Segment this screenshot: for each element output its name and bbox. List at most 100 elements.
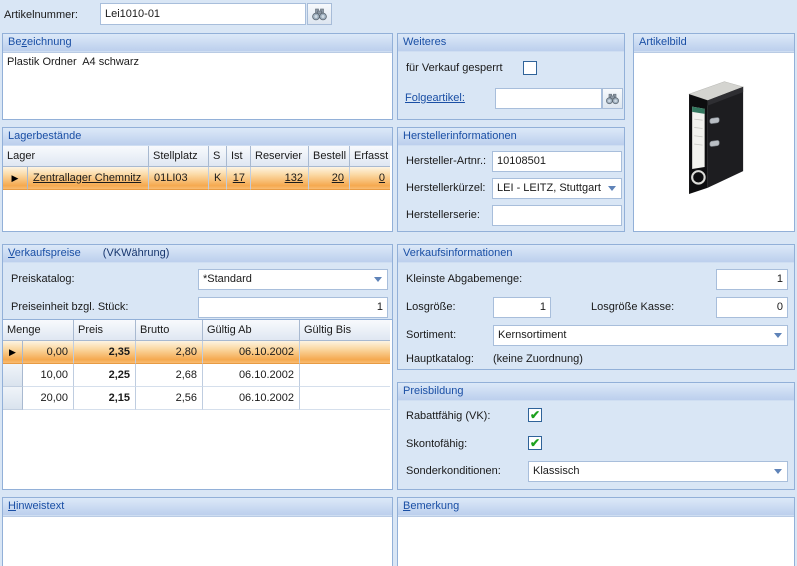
panel-artikelbild: Artikelbild: [633, 33, 795, 232]
column-header[interactable]: Gültig Ab: [203, 320, 300, 341]
gueltig-bis-cell[interactable]: [300, 341, 390, 364]
preis-cell[interactable]: 2,25: [74, 364, 136, 387]
preiseinheit-label: Preiseinheit bzgl. Stück:: [11, 301, 128, 313]
lagerbestaende-table: Lager Stellplatz S Ist Reservier Bestell…: [3, 146, 392, 231]
hinweistext-textarea[interactable]: [3, 516, 392, 566]
bezeichnung-title: Bezeichnung: [3, 34, 392, 52]
column-header[interactable]: Brutto: [136, 320, 203, 341]
row-selector-cell[interactable]: [3, 387, 23, 410]
gueltig-ab-cell[interactable]: 06.10.2002: [203, 387, 300, 410]
rabattfaehig-label: Rabattfähig (VK):: [406, 410, 490, 422]
verkaufspreise-title: Verkaufspreise(VKWährung): [3, 245, 392, 263]
artikelnummer-label: Artikelnummer:: [4, 9, 78, 21]
gueltig-ab-cell[interactable]: 06.10.2002: [203, 341, 300, 364]
abgabemenge-input[interactable]: 1: [716, 269, 788, 290]
column-header[interactable]: Bestell: [309, 146, 350, 167]
hersteller-artnr-input[interactable]: 10108501: [492, 151, 622, 172]
preiseinheit-input[interactable]: 1: [198, 297, 388, 318]
preis-header-row: Menge Preis Brutto Gültig Ab Gültig Bis: [3, 320, 392, 341]
chevron-down-icon: [370, 273, 385, 286]
column-header[interactable]: Menge: [3, 320, 74, 341]
column-header[interactable]: Stellplatz: [149, 146, 209, 167]
table-row[interactable]: 20,00 2,15 2,56 06.10.2002: [3, 387, 392, 410]
lagerbestaende-header-row: Lager Stellplatz S Ist Reservier Bestell…: [3, 146, 392, 167]
brutto-cell[interactable]: 2,80: [136, 341, 203, 364]
sortiment-select[interactable]: Kernsortiment: [493, 325, 788, 346]
gueltig-bis-cell[interactable]: [300, 387, 390, 410]
ist-cell[interactable]: 17: [227, 167, 251, 190]
preiskatalog-select[interactable]: *Standard: [198, 269, 388, 290]
chevron-down-icon: [770, 329, 785, 342]
row-selector-cell[interactable]: ▶: [3, 341, 23, 364]
table-row[interactable]: ▶ Zentrallager Chemnitz 01LI03 K 17 132 …: [3, 167, 392, 190]
column-header[interactable]: Lager: [3, 146, 149, 167]
herstellerkuerzel-label: Herstellerkürzel:: [406, 182, 485, 194]
menge-cell[interactable]: 10,00: [23, 364, 74, 387]
column-header[interactable]: Preis: [74, 320, 136, 341]
column-header[interactable]: S: [209, 146, 227, 167]
sonderkonditionen-select[interactable]: Klassisch: [528, 461, 788, 482]
bemerkung-textarea[interactable]: [398, 516, 794, 566]
folgeartikel-input[interactable]: [495, 88, 602, 109]
preis-cell[interactable]: 2,35: [74, 341, 136, 364]
erfasst-cell[interactable]: 0: [350, 167, 390, 190]
column-header[interactable]: Gültig Bis: [300, 320, 390, 341]
column-header[interactable]: Ist: [227, 146, 251, 167]
verkaufsinfo-title: Verkaufsinformationen: [398, 245, 794, 263]
panel-verkaufsinfo: Verkaufsinformationen Kleinste Abgabemen…: [397, 244, 795, 370]
row-selector-cell[interactable]: [3, 364, 23, 387]
herstellerkuerzel-select[interactable]: LEI - LEITZ, Stuttgart: [492, 178, 622, 199]
weiteres-title: Weiteres: [398, 34, 624, 52]
losgroesse-kasse-input[interactable]: 0: [716, 297, 788, 318]
rabattfaehig-checkbox[interactable]: [528, 408, 542, 422]
hauptkatalog-label: Hauptkatalog:: [406, 353, 474, 365]
folgeartikel-search-button[interactable]: [602, 88, 623, 109]
brutto-cell[interactable]: 2,68: [136, 364, 203, 387]
herstellerserie-input[interactable]: [492, 205, 622, 226]
losgroesse-label: Losgröße:: [406, 301, 456, 313]
artikelnummer-search-button[interactable]: [307, 3, 332, 25]
preis-cell[interactable]: 2,15: [74, 387, 136, 410]
panel-bemerkung: Bemerkung: [397, 497, 795, 566]
column-header[interactable]: Reservier: [251, 146, 309, 167]
herstellerinfo-title: Herstellerinformationen: [398, 128, 624, 146]
artikelbild-title: Artikelbild: [634, 34, 794, 52]
artikelnummer-input[interactable]: Lei1010-01: [100, 3, 306, 25]
reserviert-cell[interactable]: 132: [251, 167, 309, 190]
bestellt-cell[interactable]: 20: [309, 167, 350, 190]
panel-hinweistext: Hinweistext: [2, 497, 393, 566]
s-cell: K: [209, 167, 227, 190]
panel-preisbildung: Preisbildung Rabattfähig (VK): Skontofäh…: [397, 382, 795, 490]
artikelbild-image: [634, 52, 794, 231]
bezeichnung-textarea[interactable]: Plastik Ordner A4 schwarz: [3, 52, 392, 119]
lagerbestaende-title: Lagerbestände: [3, 128, 392, 146]
skontofaehig-checkbox[interactable]: [528, 436, 542, 450]
table-row[interactable]: ▶ 0,00 2,35 2,80 06.10.2002: [3, 341, 392, 364]
table-row[interactable]: 10,00 2,25 2,68 06.10.2002: [3, 364, 392, 387]
gueltig-ab-cell[interactable]: 06.10.2002: [203, 364, 300, 387]
skontofaehig-label: Skontofähig:: [406, 438, 467, 450]
panel-bezeichnung: Bezeichnung Plastik Ordner A4 schwarz: [2, 33, 393, 120]
panel-lagerbestaende: Lagerbestände Lager Stellplatz S Ist Res…: [2, 127, 393, 232]
gesperrt-label: für Verkauf gesperrt: [406, 62, 503, 74]
stellplatz-cell: 01LI03: [149, 167, 209, 190]
menge-cell[interactable]: 0,00: [23, 341, 74, 364]
folgeartikel-link[interactable]: Folgeartikel:: [405, 92, 465, 104]
sortiment-label: Sortiment:: [406, 329, 456, 341]
panel-verkaufspreise: Verkaufspreise(VKWährung) Preiskatalog: …: [2, 244, 393, 490]
row-selector-cell[interactable]: ▶: [3, 167, 28, 190]
losgroesse-input[interactable]: 1: [493, 297, 551, 318]
vk-waehrung-label: (VKWährung): [103, 247, 170, 259]
menge-cell[interactable]: 20,00: [23, 387, 74, 410]
sonderkonditionen-label: Sonderkonditionen:: [406, 465, 501, 477]
panel-herstellerinfo: Herstellerinformationen Hersteller-Artnr…: [397, 127, 625, 232]
column-header[interactable]: Erfasst: [350, 146, 390, 167]
panel-weiteres: Weiteres für Verkauf gesperrt Folgeartik…: [397, 33, 625, 120]
brutto-cell[interactable]: 2,56: [136, 387, 203, 410]
lager-cell[interactable]: Zentrallager Chemnitz: [28, 167, 149, 190]
gueltig-bis-cell[interactable]: [300, 364, 390, 387]
chevron-down-icon: [770, 465, 785, 478]
gesperrt-checkbox[interactable]: [523, 61, 537, 75]
row-marker-icon: ▶: [9, 347, 16, 358]
binoculars-icon: [605, 93, 620, 105]
